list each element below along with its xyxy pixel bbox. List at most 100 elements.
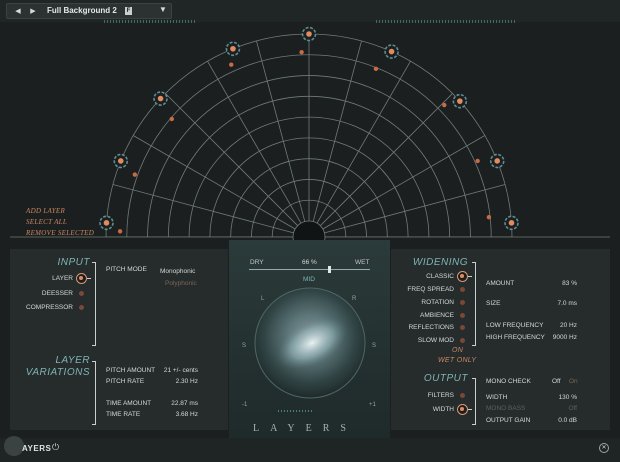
output-filters-toggle[interactable] xyxy=(460,393,465,398)
speaker-node[interactable] xyxy=(301,26,317,42)
mix-slider-track[interactable] xyxy=(249,269,370,270)
output-width-toggle[interactable] xyxy=(457,404,468,415)
widening-bracket xyxy=(475,262,476,346)
output-bracket xyxy=(475,378,476,425)
speaker-node[interactable] xyxy=(153,91,168,106)
layer-dot[interactable] xyxy=(442,102,447,108)
preset-name[interactable]: Full Background 2 xyxy=(47,6,117,15)
mode-rotation-label: ROTATION xyxy=(421,299,454,306)
width-value[interactable]: 130 % xyxy=(545,394,577,401)
speaker-node[interactable] xyxy=(99,215,114,231)
logo-badge xyxy=(4,436,24,456)
amount-value[interactable]: 83 % xyxy=(545,280,577,287)
mode-classic-toggle[interactable] xyxy=(457,271,468,282)
time-amount-label: TIME AMOUNT xyxy=(106,400,152,407)
speaker-node[interactable] xyxy=(113,153,129,169)
speaker-node[interactable] xyxy=(225,41,241,57)
pitch-mode-polyphonic[interactable]: Polyphonic xyxy=(165,280,197,287)
speaker-node[interactable] xyxy=(384,44,399,59)
mono-bass-value[interactable]: Off xyxy=(545,405,577,412)
layer-dot[interactable] xyxy=(486,214,492,220)
preset-flag-badge: F xyxy=(125,7,132,15)
variations-bracket xyxy=(95,361,96,425)
width-label: WIDTH xyxy=(486,394,508,401)
mode-slow-mod-label: SLOW MOD xyxy=(417,337,454,344)
time-rate-value[interactable]: 3.68 Hz xyxy=(160,411,198,418)
add-layer-link[interactable]: ADD LAYER xyxy=(26,206,94,217)
mode-rotation-toggle[interactable] xyxy=(460,300,465,305)
size-value[interactable]: 7.0 ms xyxy=(545,300,577,307)
top-bar: ◀ ▶ Full Background 2 F ▼ xyxy=(0,0,620,23)
next-preset-button[interactable]: ▶ xyxy=(26,6,40,17)
correlation-meter xyxy=(278,410,312,412)
mono-check-on[interactable]: On xyxy=(569,378,578,385)
pitch-amount-value[interactable]: 21 +/- cents xyxy=(160,367,198,374)
high-frequency-value[interactable]: 9000 Hz xyxy=(545,334,577,341)
output-gain-label: OUTPUT GAIN xyxy=(486,417,531,424)
layer-dot[interactable] xyxy=(132,172,138,177)
mix-value: 66 % xyxy=(302,259,317,266)
close-icon[interactable]: ✕ xyxy=(599,443,609,453)
mode-freq-spread-label: FREQ SPREAD xyxy=(407,286,454,293)
mid-label: MID xyxy=(303,276,315,283)
input-compressor-toggle[interactable] xyxy=(79,305,84,310)
mode-slow-mod-toggle[interactable] xyxy=(460,338,465,343)
pitch-amount-label: PITCH AMOUNT xyxy=(106,367,156,374)
output-filters-label: FILTERS xyxy=(427,392,454,399)
mono-check-off[interactable]: Off xyxy=(552,378,561,385)
dry-label: DRY xyxy=(250,259,264,266)
speaker-node[interactable] xyxy=(504,215,519,231)
time-rate-label: TIME RATE xyxy=(106,411,141,418)
minus-one-label: -1 xyxy=(242,402,248,408)
amount-label: AMOUNT xyxy=(486,280,515,287)
layer-variations-title: LAYER VARIATIONS xyxy=(25,355,90,378)
low-frequency-value[interactable]: 20 Hz xyxy=(545,322,577,329)
chevron-down-icon[interactable]: ▼ xyxy=(159,5,167,14)
side-right-label: S xyxy=(372,343,377,349)
stereo-scope xyxy=(254,287,366,399)
brand-name: AYERS xyxy=(22,444,52,453)
plus-one-label: +1 xyxy=(369,402,376,408)
select-all-link[interactable]: SELECT ALL xyxy=(26,217,94,228)
mode-reflections-toggle[interactable] xyxy=(460,325,465,330)
input-deesser-toggle[interactable] xyxy=(79,291,84,296)
mode-ambience-label: AMBIENCE xyxy=(420,312,454,319)
mode-ambience-toggle[interactable] xyxy=(460,313,465,318)
preset-selector[interactable]: ◀ ▶ Full Background 2 F ▼ xyxy=(6,3,172,19)
prev-preset-button[interactable]: ◀ xyxy=(11,6,25,17)
layer-dot[interactable] xyxy=(117,229,123,234)
wet-label: WET xyxy=(355,259,370,266)
layer-dot[interactable] xyxy=(475,158,480,164)
layer-dot[interactable] xyxy=(299,49,304,55)
input-bracket xyxy=(95,262,96,346)
grid-spoke xyxy=(112,184,294,234)
speaker-node[interactable] xyxy=(452,93,468,109)
wet-only-label[interactable]: WET ONLY xyxy=(438,357,476,364)
remove-selected-link[interactable]: REMOVE SELECTED xyxy=(26,228,94,239)
pitch-mode-label: PITCH MODE xyxy=(106,266,147,273)
pitch-mode-monophonic[interactable]: Monophonic xyxy=(160,268,195,275)
pitch-rate-label: PITCH RATE xyxy=(106,378,145,385)
on-label[interactable]: ON xyxy=(452,347,463,354)
mode-reflections-label: REFLECTIONS xyxy=(408,324,454,331)
mono-bass-label: MONO BASS xyxy=(486,405,526,412)
grid-spoke xyxy=(165,93,298,226)
mix-slider-thumb[interactable] xyxy=(327,266,331,273)
footer-bar xyxy=(0,438,620,462)
layer-dot[interactable] xyxy=(373,66,379,72)
mode-classic-label: CLASSIC xyxy=(426,273,454,280)
high-frequency-label: HIGH FREQUENCY xyxy=(486,334,545,341)
time-amount-value[interactable]: 22.87 ms xyxy=(160,400,198,407)
grid-spoke xyxy=(256,40,306,222)
mode-freq-spread-toggle[interactable] xyxy=(460,287,465,292)
speaker-node[interactable] xyxy=(489,153,505,169)
power-icon[interactable]: ⏻ xyxy=(52,442,59,453)
pitch-rate-value[interactable]: 2.30 Hz xyxy=(160,378,198,385)
widening-title: WIDENING xyxy=(412,257,468,268)
layer-dot[interactable] xyxy=(229,62,234,67)
output-width-label: WIDTH xyxy=(432,406,454,413)
layer-dot[interactable] xyxy=(169,116,174,122)
output-title: OUTPUT xyxy=(423,373,468,384)
output-gain-value[interactable]: 0.0 dB xyxy=(545,417,577,424)
input-layer-toggle[interactable] xyxy=(76,273,87,284)
